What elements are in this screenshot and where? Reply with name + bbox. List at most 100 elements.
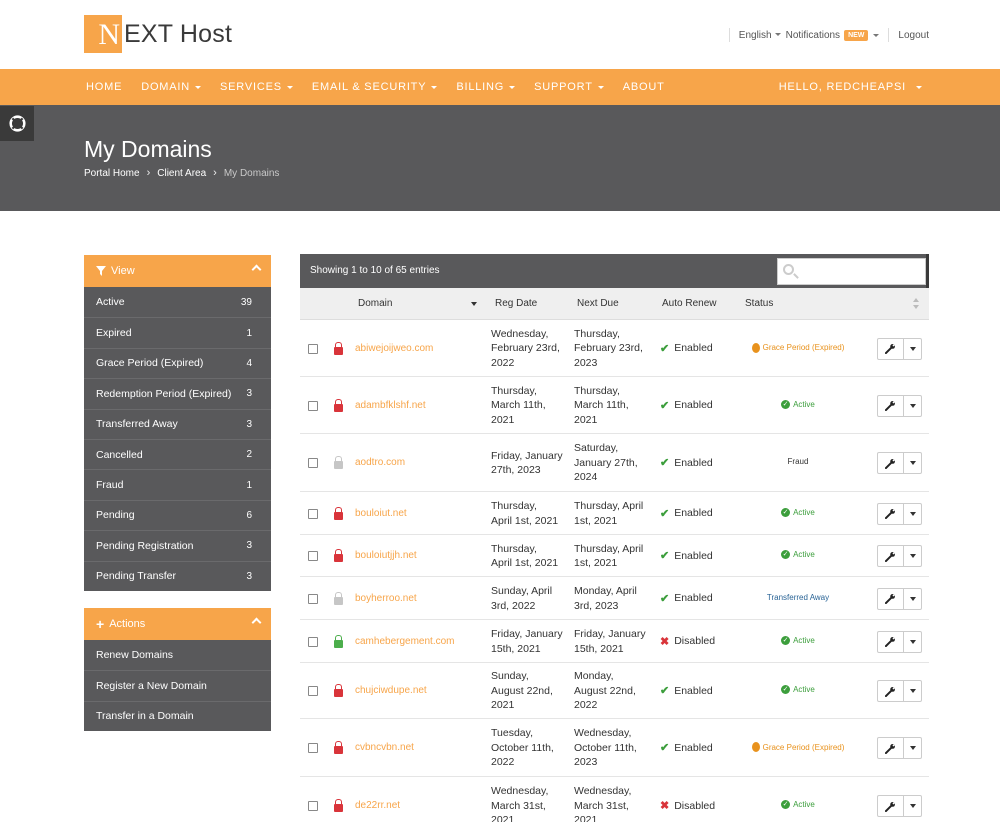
- auto-renew-label: Disabled: [674, 799, 716, 812]
- view-item-cancelled[interactable]: Cancelled 2: [84, 438, 271, 469]
- manage-button[interactable]: [878, 546, 904, 566]
- reg-date-line: April 1st, 2021: [491, 557, 559, 569]
- next-due-line: Monday,: [574, 670, 614, 683]
- view-item-count: 6: [246, 509, 252, 521]
- sort-icon[interactable]: [913, 298, 919, 310]
- manage-dropdown-toggle[interactable]: [904, 339, 921, 359]
- action-item-transfer-in-a-domain[interactable]: Transfer in a Domain: [84, 700, 271, 731]
- column-next-due[interactable]: Next Due: [577, 298, 619, 309]
- manage-dropdown-toggle[interactable]: [904, 546, 921, 566]
- top-links: English Notifications NEW Logout: [720, 28, 929, 42]
- manage-dropdown-toggle[interactable]: [904, 396, 921, 416]
- chevron-up-icon[interactable]: [251, 617, 262, 628]
- chevron-down-icon: [916, 85, 922, 89]
- manage-button[interactable]: [878, 395, 904, 416]
- view-item-redemption-period-expired[interactable]: Redemption Period (Expired) 3: [84, 378, 271, 408]
- manage-button[interactable]: [878, 796, 904, 816]
- table-search[interactable]: [777, 258, 926, 285]
- view-item-active[interactable]: Active 39: [84, 287, 271, 317]
- manage-dropdown-toggle[interactable]: [904, 738, 921, 758]
- manage-dropdown-toggle[interactable]: [904, 632, 921, 652]
- action-item-renew-domains[interactable]: Renew Domains: [84, 640, 271, 670]
- notifications-menu[interactable]: Notifications NEW: [786, 29, 880, 41]
- domain-link[interactable]: abiwejoijweo.com: [355, 343, 433, 354]
- row-checkbox[interactable]: [308, 458, 318, 468]
- nav-item-support[interactable]: SUPPORT: [532, 81, 606, 93]
- column-status[interactable]: Status: [745, 298, 773, 309]
- action-item-label: Register a New Domain: [96, 680, 207, 693]
- divider: [728, 28, 730, 42]
- nav-item-email-security[interactable]: EMAIL & SECURITY: [310, 81, 439, 93]
- breadcrumb-portal-home[interactable]: Portal Home: [84, 168, 140, 179]
- nav-item-billing[interactable]: BILLING: [454, 81, 517, 93]
- domain-link[interactable]: chujciwdupe.net: [355, 685, 427, 696]
- user-menu[interactable]: HELLO, REDCHEAPSI: [779, 69, 922, 105]
- manage-button[interactable]: [878, 338, 904, 359]
- view-item-pending[interactable]: Pending 6: [84, 499, 271, 530]
- view-item-transferred-away[interactable]: Transferred Away 3: [84, 408, 271, 439]
- logo[interactable]: N EXT Host: [84, 15, 232, 53]
- row-checkbox[interactable]: [308, 400, 318, 411]
- manage-dropdown-toggle[interactable]: [904, 589, 921, 609]
- row-checkbox[interactable]: [308, 801, 318, 811]
- actions-panel-header[interactable]: + Actions: [84, 608, 271, 640]
- column-auto-renew[interactable]: Auto Renew: [662, 298, 716, 309]
- manage-dropdown-toggle[interactable]: [904, 453, 921, 473]
- column-reg-date[interactable]: Reg Date: [495, 298, 537, 309]
- view-item-pending-registration[interactable]: Pending Registration 3: [84, 530, 271, 560]
- manage-button[interactable]: [878, 681, 904, 701]
- next-due-line: Thursday, April: [574, 542, 644, 555]
- new-badge: NEW: [844, 29, 869, 41]
- row-checkbox[interactable]: [308, 593, 318, 604]
- sort-desc-icon[interactable]: [471, 302, 477, 306]
- domain-link[interactable]: boyherroo.net: [355, 593, 417, 604]
- view-item-count: 2: [246, 449, 252, 461]
- view-item-expired[interactable]: Expired 1: [84, 317, 271, 347]
- view-item-pending-transfer[interactable]: Pending Transfer 3: [84, 560, 271, 591]
- nav-item-domain[interactable]: DOMAIN: [139, 81, 203, 93]
- wrench-icon: [885, 801, 895, 812]
- domain-link[interactable]: bouloiutjjh.net: [355, 550, 417, 561]
- domain-link[interactable]: camhebergement.com: [355, 636, 455, 647]
- search-input[interactable]: [798, 262, 918, 281]
- language-selector[interactable]: English: [739, 30, 781, 41]
- manage-button[interactable]: [878, 588, 904, 609]
- domain-link[interactable]: adambfklshf.net: [355, 400, 426, 411]
- nav-item-services[interactable]: SERVICES: [218, 81, 295, 93]
- lock-icon: [334, 549, 343, 562]
- view-panel-header[interactable]: View: [84, 255, 271, 287]
- breadcrumb-client-area[interactable]: Client Area: [157, 168, 206, 179]
- column-domain[interactable]: Domain: [358, 298, 392, 309]
- help-tab[interactable]: [0, 106, 34, 141]
- domain-link[interactable]: bouloiut.net: [355, 508, 407, 519]
- row-checkbox[interactable]: [308, 636, 318, 647]
- chevron-up-icon[interactable]: [251, 264, 262, 275]
- view-item-label: Pending: [96, 509, 135, 522]
- logout-link[interactable]: Logout: [898, 30, 929, 41]
- row-checkbox[interactable]: [308, 551, 318, 561]
- view-item-fraud[interactable]: Fraud 1: [84, 469, 271, 499]
- chevron-down-icon: [909, 746, 916, 750]
- nav-item-home[interactable]: HOME: [84, 81, 124, 93]
- reg-date-line: 3rd, 2022: [491, 599, 536, 612]
- row-checkbox[interactable]: [308, 743, 318, 753]
- domain-link[interactable]: cvbncvbn.net: [355, 742, 414, 753]
- domain-link[interactable]: de22rr.net: [355, 800, 400, 811]
- manage-dropdown-toggle[interactable]: [904, 504, 921, 524]
- manage-button[interactable]: [878, 503, 904, 524]
- row-checkbox[interactable]: [308, 343, 318, 354]
- manage-button[interactable]: [878, 453, 904, 473]
- chevron-down-icon: [909, 461, 916, 465]
- row-checkbox[interactable]: [308, 508, 318, 519]
- manage-button[interactable]: [878, 631, 904, 652]
- action-item-register-a-new-domain[interactable]: Register a New Domain: [84, 670, 271, 700]
- manage-dropdown-toggle[interactable]: [904, 681, 921, 701]
- domain-link[interactable]: aodtro.com: [355, 457, 405, 468]
- view-item-grace-period-expired[interactable]: Grace Period (Expired) 4: [84, 347, 271, 378]
- row-checkbox[interactable]: [308, 686, 318, 696]
- nav-item-about[interactable]: ABOUT: [621, 81, 667, 93]
- next-due-line: Thursday, April: [574, 500, 644, 512]
- manage-dropdown-toggle[interactable]: [904, 796, 921, 816]
- auto-renew: ✔ Enabled: [660, 592, 713, 605]
- manage-button[interactable]: [878, 738, 904, 758]
